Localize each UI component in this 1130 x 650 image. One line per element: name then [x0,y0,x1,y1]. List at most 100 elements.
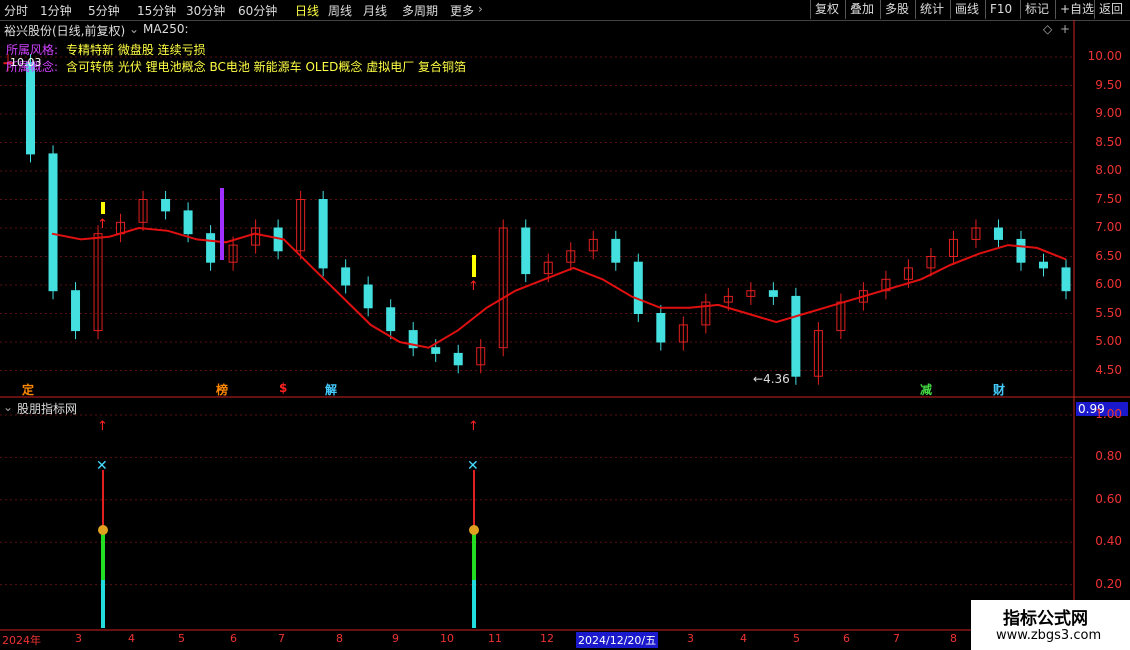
stock-title: 裕兴股份(日线,前复权) [4,24,126,38]
low-price-marker: ←4.36 [753,372,790,386]
price-tick-label: 5.50 [1095,305,1122,320]
candle-body [1038,261,1048,269]
time-tick-label: 12 [540,632,554,645]
candle-series [3,54,1071,385]
time-tick-label: 6 [843,632,850,645]
indicator-signal-1: ✕ ↑ [96,419,108,628]
candle-body [26,62,36,155]
watermark-title: 指标公式网 [1003,609,1088,629]
plus-icon[interactable]: + [1060,22,1070,36]
dropdown-chevron-icon[interactable]: ⌄ [129,22,139,36]
time-tick-label: 2024年 [2,634,41,647]
candle-body [341,267,351,286]
concept-value: 含可转债 光伏 锂电池概念 BC电池 新能源车 OLED概念 虚拟电厂 复合铜箔 [66,60,467,74]
indicator-signal-2: ✕ ↑ [467,419,479,628]
indicator-name[interactable]: 股朋指标网 [17,400,77,417]
up-arrow-icon: ↑ [97,419,108,434]
candle-body [183,210,193,235]
buy-arrow-icon: ↑ [468,279,479,294]
high-price-marker: 10.03 [10,56,42,69]
signal-bar-cyan [101,580,105,628]
candle-body [363,284,373,309]
ma-label: MA250: [143,22,189,36]
indicator-tick-label: 0.80 [1095,449,1122,464]
watermark-url: www.zbgs3.com [996,628,1102,643]
price-tick-label: 5.00 [1095,334,1122,348]
time-tick-label: 3 [687,632,694,645]
signal-bar-green [472,530,476,580]
time-tick-label: 8 [336,632,343,645]
event-marker-jian[interactable]: 减 [920,381,932,398]
event-marker-cai[interactable]: 财 [993,381,1005,398]
indicator-tick-label: 0.20 [1095,576,1122,591]
style-value: 专精特新 微盘股 连续亏损 [66,43,206,57]
candle-body [48,153,58,292]
price-tick-label: 6.00 [1095,277,1122,291]
indicator-tick-label: 0.40 [1095,534,1122,549]
candle-body [633,261,643,315]
time-tick-label: 5 [793,632,800,645]
money-bag-icon [469,525,479,535]
candle-body [386,307,396,332]
event-marker-ding[interactable]: 定 [22,381,34,398]
candle-body [993,227,1003,240]
time-tick-label: 2024/12/20/五 [576,632,659,648]
buy-arrow-icon: ↑ [97,217,108,232]
diamond-icon[interactable]: ◇ [1043,22,1052,36]
signal-bar-red [102,470,104,530]
signal-bar-green [101,530,105,580]
price-tick-label: 8.50 [1095,134,1122,149]
event-marker-dollar[interactable]: $ [279,381,287,395]
candle-body [1016,238,1026,263]
candle-body [71,290,81,332]
candle-body [453,352,463,366]
candle-body [206,233,216,263]
candle-body [318,199,328,269]
time-tick-label: 7 [278,632,285,645]
time-tick-label: 11 [488,632,502,645]
time-tick-label: 4 [128,632,135,645]
candle-body [768,290,778,297]
price-tick-label: 7.50 [1095,191,1122,206]
ma250-line [51,226,1067,349]
candle-body [1061,267,1071,292]
signal-bar-red [473,470,475,530]
up-arrow-icon: ↑ [468,419,479,434]
time-tick-label: 7 [893,632,900,645]
chart-canvas[interactable]: ✕ ↑ ✕ ↑ ↑ ↑ [0,0,1130,650]
candle-body [161,199,171,212]
price-tick-label: 9.00 [1095,106,1122,120]
candle-body [656,313,666,343]
indicator-tick-label: 0.60 [1095,491,1122,506]
event-marker-jie[interactable]: 解 [325,381,337,398]
time-tick-label: 6 [230,632,237,645]
price-tick-label: 4.50 [1095,362,1122,377]
time-tick-label: 3 [75,632,82,645]
candle-body [521,227,531,275]
price-tick-label: 8.00 [1095,163,1122,177]
time-tick-label: 10 [440,632,454,645]
butterfly-icon: ✕ [96,458,108,474]
time-tick-label: 8 [950,632,957,645]
highlight-candle [220,188,224,260]
butterfly-icon: ✕ [467,458,479,474]
event-marker-bang[interactable]: 榜 [216,381,228,398]
time-tick-label: 5 [178,632,185,645]
highlight-candle [101,202,105,214]
price-tick-label: 7.00 [1095,220,1122,234]
price-tick-label: 10.00 [1087,49,1122,63]
price-grid [0,56,1074,586]
signal-bar-cyan [472,580,476,628]
candle-body [791,295,801,377]
money-bag-icon [98,525,108,535]
time-tick-label: 9 [392,632,399,645]
price-tick-label: 9.50 [1095,77,1122,92]
indicator-tick-label: 1.00 [1095,407,1122,421]
price-tick-label: 6.50 [1095,248,1122,263]
time-tick-label: 4 [740,632,747,645]
candle-body [611,238,621,263]
highlight-candle [472,255,476,277]
collapse-chevron-icon[interactable]: ⌄ [3,400,13,414]
candle-body [431,347,441,354]
low-price-value: 4.36 [763,372,790,386]
